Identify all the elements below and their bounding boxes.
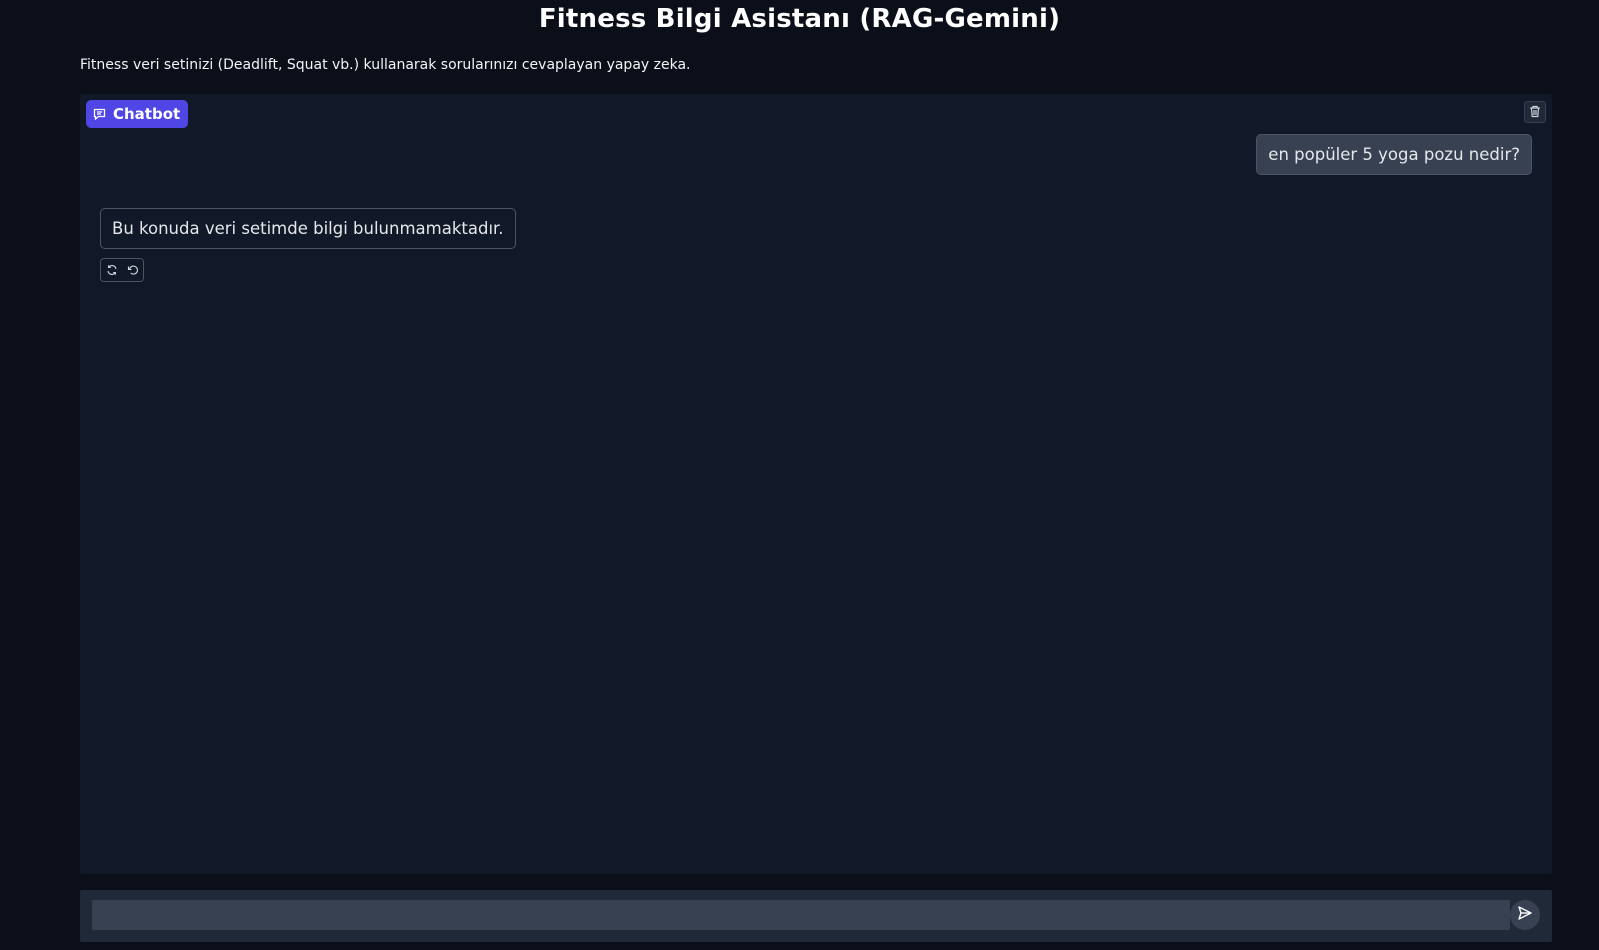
assistant-message: Bu konuda veri setimde bilgi bulunmamakt… bbox=[100, 208, 516, 249]
undo-button[interactable] bbox=[122, 259, 143, 281]
chatbot-label: Chatbot bbox=[86, 100, 189, 128]
retry-button[interactable] bbox=[101, 259, 122, 281]
message-input[interactable] bbox=[92, 900, 1510, 930]
chatbot-label-text: Chatbot bbox=[113, 105, 181, 123]
send-icon bbox=[1517, 905, 1533, 925]
message-input-area bbox=[80, 890, 1552, 942]
message-actions bbox=[100, 258, 144, 282]
clear-chat-button[interactable] bbox=[1524, 101, 1546, 123]
page-title: Fitness Bilgi Asistanı (RAG-Gemini) bbox=[538, 4, 1061, 34]
send-button[interactable] bbox=[1510, 900, 1540, 930]
page-description: Fitness veri setinizi (Deadlift, Squat v… bbox=[80, 57, 691, 73]
app-page: Fitness Bilgi Asistanı (RAG-Gemini) Fitn… bbox=[0, 0, 1599, 950]
retry-icon bbox=[106, 261, 118, 280]
user-message: en popüler 5 yoga pozu nedir? bbox=[1256, 134, 1532, 175]
chatbot-panel: Chatbot en popüler 5 yoga pozu nedir? Bu… bbox=[80, 94, 1552, 874]
chat-icon bbox=[93, 108, 106, 120]
trash-icon bbox=[1529, 103, 1541, 122]
undo-icon bbox=[127, 261, 139, 280]
